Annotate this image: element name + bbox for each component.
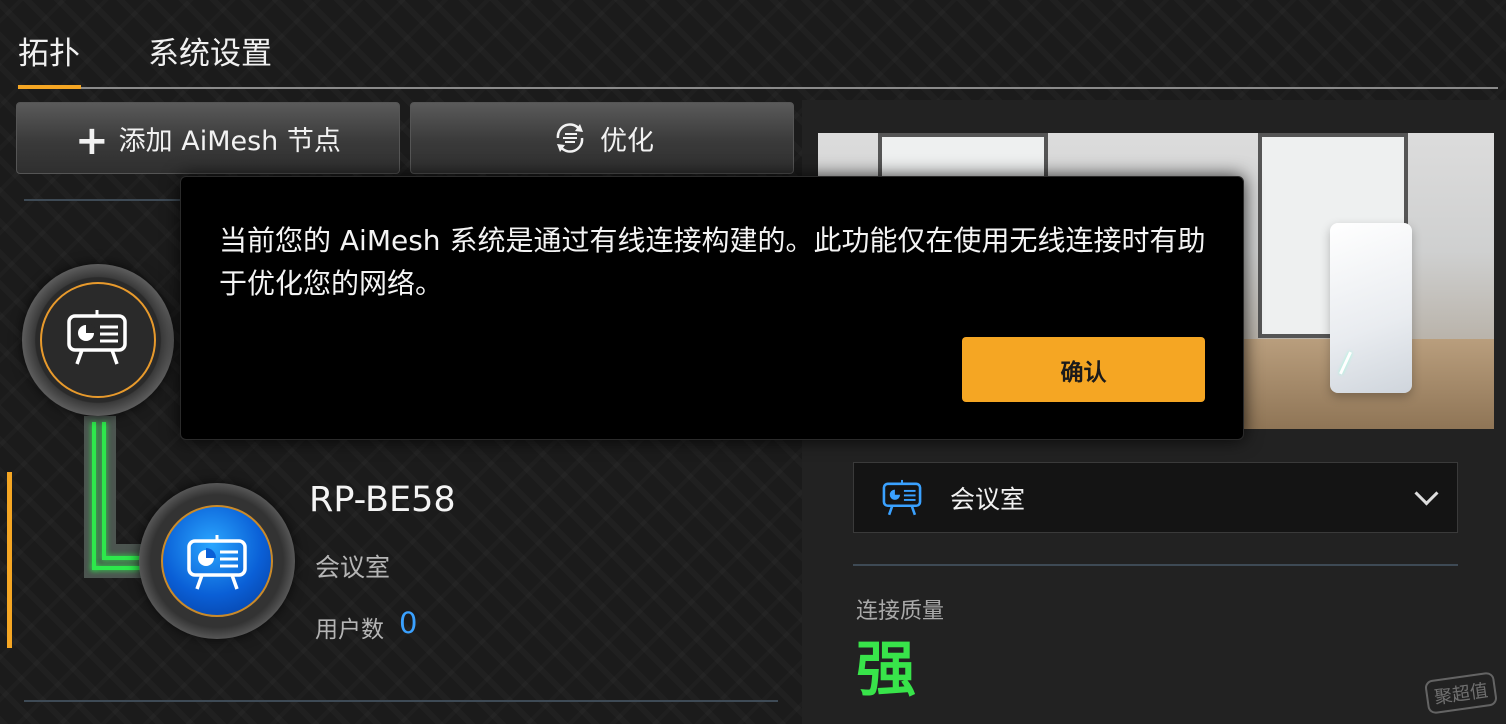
topology-bottom-divider xyxy=(24,700,778,702)
selected-node-indicator xyxy=(7,472,12,648)
node-users-label: 用户数 xyxy=(315,617,384,643)
extender-device-image xyxy=(1330,223,1412,393)
meeting-room-icon xyxy=(882,479,922,515)
plus-icon: + xyxy=(75,118,109,164)
router-node[interactable] xyxy=(22,264,174,416)
node-location: 会议室 xyxy=(315,553,391,582)
optimize-label: 优化 xyxy=(600,125,654,157)
confirm-button[interactable]: 确认 xyxy=(962,337,1205,402)
location-select[interactable]: 会议室 xyxy=(853,462,1458,533)
link-line-horizontal-a xyxy=(92,566,140,570)
device-led xyxy=(1339,351,1352,375)
tab-bar: 拓扑 系统设置 xyxy=(18,28,272,73)
tab-divider xyxy=(18,87,1498,89)
chevron-down-icon xyxy=(1414,481,1439,506)
info-dialog: 当前您的 AiMesh 系统是通过有线连接构建的。此功能仅在使用无线连接时有助于… xyxy=(180,176,1244,440)
detail-divider xyxy=(853,564,1458,566)
meeting-room-icon xyxy=(187,535,247,590)
add-aimesh-node-button[interactable]: + 添加 AiMesh 节点 xyxy=(16,102,400,174)
extender-node[interactable] xyxy=(139,483,295,639)
tab-system-settings[interactable]: 系统设置 xyxy=(148,28,272,73)
tab-topology[interactable]: 拓扑 xyxy=(18,28,80,73)
link-line-vertical-a xyxy=(92,422,96,570)
optimize-button[interactable]: 优化 xyxy=(410,102,794,174)
link-line-vertical-b xyxy=(102,422,106,558)
connection-quality-label: 连接质量 xyxy=(856,599,945,624)
dialog-message: 当前您的 AiMesh 系统是通过有线连接构建的。此功能仅在使用无线连接时有助于… xyxy=(219,224,1206,300)
connection-quality-value: 强 xyxy=(856,635,916,705)
active-tab-indicator xyxy=(18,85,81,89)
topology-top-divider xyxy=(24,199,184,201)
add-aimesh-node-label: 添加 AiMesh 节点 xyxy=(118,125,341,157)
link-line-horizontal-b xyxy=(102,556,140,560)
meeting-room-icon xyxy=(67,310,127,365)
node-name: RP-BE58 xyxy=(309,480,456,520)
optimize-cycle-icon xyxy=(556,123,584,153)
node-users-count[interactable]: 0 xyxy=(399,606,417,640)
location-select-value: 会议室 xyxy=(950,484,1026,514)
